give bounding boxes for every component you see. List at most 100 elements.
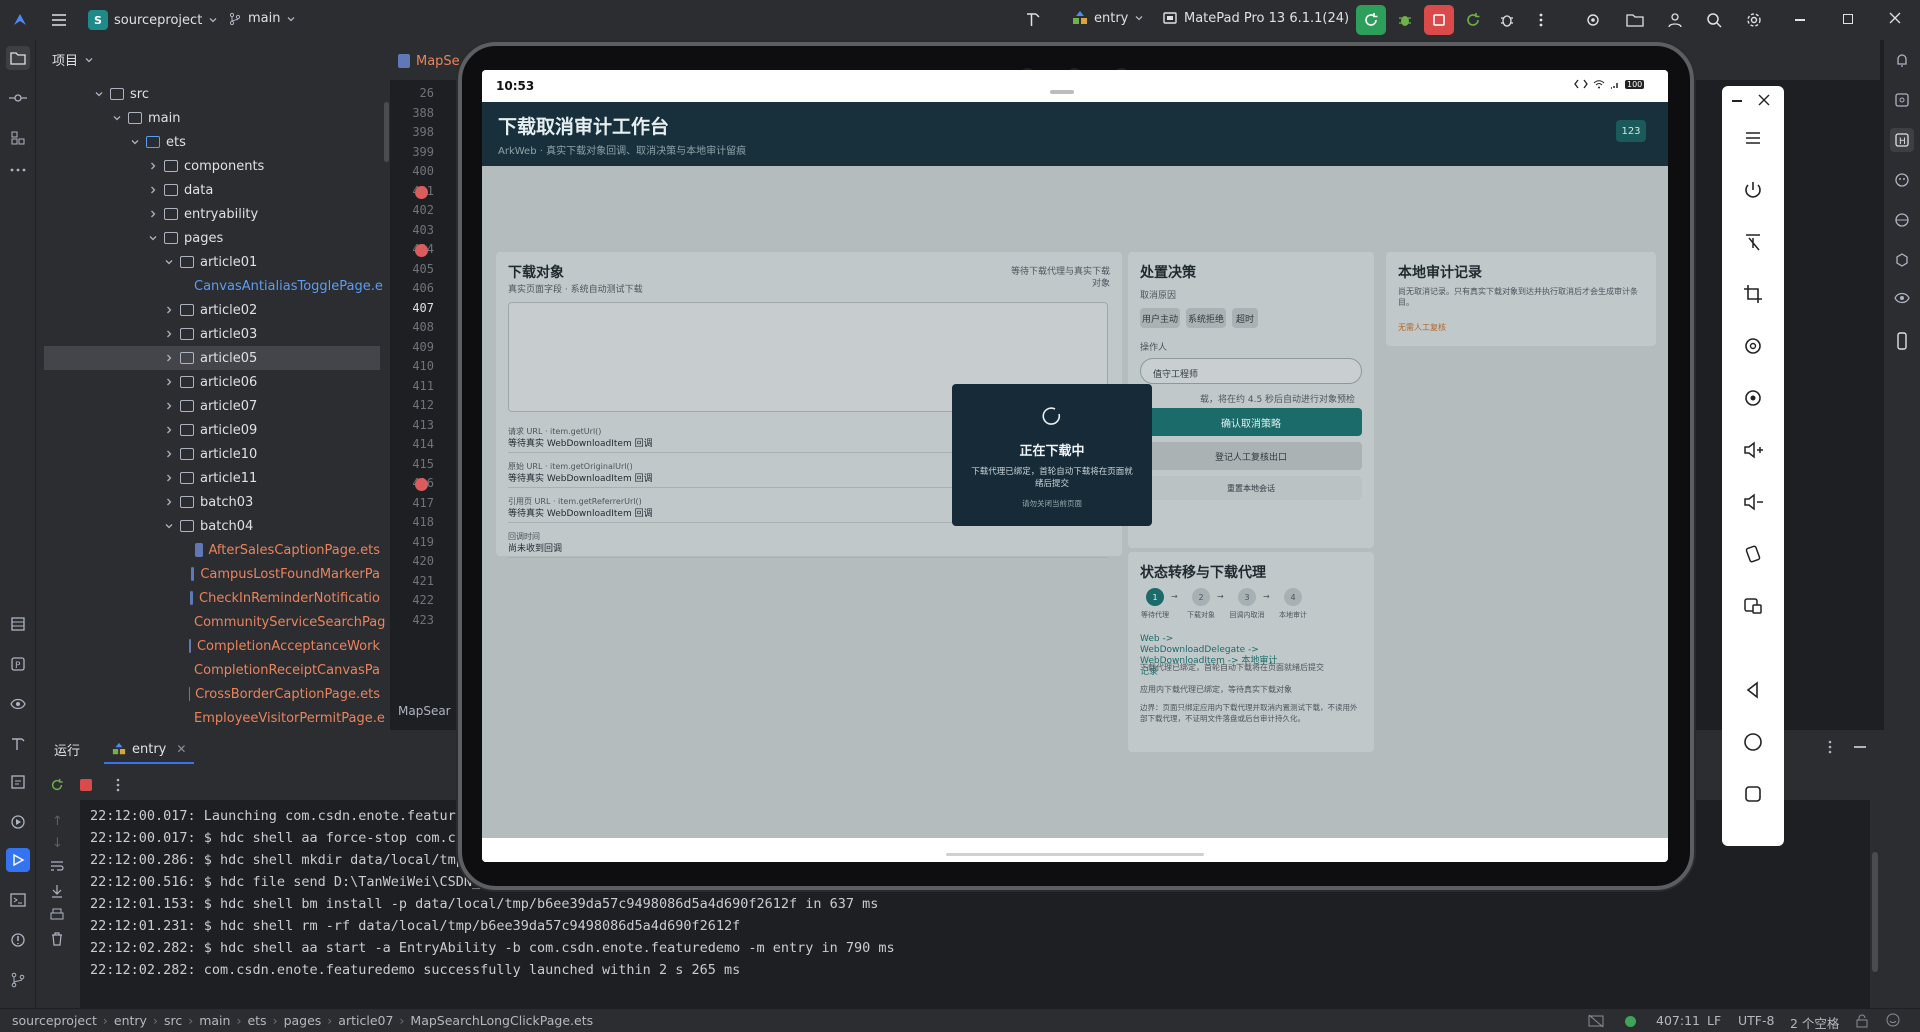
tree-folder-item[interactable]: article06 <box>44 370 380 394</box>
lock-icon[interactable] <box>1856 1014 1868 1028</box>
back-nav-icon[interactable] <box>1741 678 1765 702</box>
breakpoint-dot[interactable] <box>415 185 428 199</box>
rerun-icon[interactable] <box>1356 5 1386 35</box>
tree-folder-item[interactable]: article10 <box>44 442 380 466</box>
settings-gear-icon[interactable] <box>1739 5 1769 35</box>
log-icon[interactable] <box>6 770 30 794</box>
code-assist-icon[interactable] <box>1894 92 1910 108</box>
volume-down-icon[interactable] <box>1741 490 1765 514</box>
chevron-down-icon[interactable] <box>130 137 140 147</box>
close-icon[interactable] <box>1758 94 1770 106</box>
breadcrumb-item[interactable]: sourceproject <box>12 1013 97 1028</box>
chevron-down-icon[interactable] <box>94 89 104 99</box>
maximize-icon[interactable] <box>1843 14 1853 24</box>
device-selector[interactable]: MatePad Pro 13 6.1.1(24) <box>1162 10 1365 26</box>
tree-folder-item[interactable]: components <box>44 154 380 178</box>
editor-tab[interactable]: MapSe <box>398 48 460 74</box>
tree-file-item[interactable]: EmployeeVisitorPermitPage.e <box>44 706 385 730</box>
recents-nav-icon[interactable] <box>1741 782 1765 806</box>
volume-up-icon[interactable] <box>1741 438 1765 462</box>
header-badge[interactable]: 123 <box>1616 120 1646 142</box>
reason-system-chip[interactable]: 系统拒绝 <box>1186 308 1226 328</box>
chevron-down-icon[interactable] <box>164 257 174 267</box>
tree-file-item[interactable]: CampusLostFoundMarkerPa <box>44 562 380 586</box>
notifications-bell-icon[interactable] <box>1894 52 1910 68</box>
breadcrumb-item[interactable]: article07 <box>338 1013 393 1028</box>
tree-folder-item[interactable]: batch04 <box>44 514 380 538</box>
arrow-down-icon[interactable]: ↓ <box>52 836 63 851</box>
tree-folder-item[interactable]: pages <box>44 226 380 250</box>
tree-folder-item[interactable]: article07 <box>44 394 380 418</box>
rotate-device-icon[interactable] <box>1741 542 1765 566</box>
scroll-end-icon[interactable] <box>50 884 64 898</box>
no-touch-icon[interactable] <box>1741 230 1765 254</box>
screenshot-icon[interactable] <box>1741 594 1765 618</box>
breadcrumb-item[interactable]: entry <box>114 1013 147 1028</box>
tree-folder-item[interactable]: src <box>44 82 380 106</box>
chevron-right-icon[interactable] <box>164 425 174 435</box>
breakpoint-dot[interactable] <box>415 478 428 491</box>
tree-folder-item[interactable]: article09 <box>44 418 380 442</box>
services-icon[interactable] <box>6 810 30 834</box>
tree-folder-item[interactable]: article02 <box>44 298 380 322</box>
chevron-right-icon[interactable] <box>164 449 174 459</box>
file-encoding[interactable]: UTF-8 <box>1738 1013 1774 1028</box>
project-panel-header[interactable]: 项目 <box>52 50 94 69</box>
reason-user-chip[interactable]: 用户主动 <box>1140 308 1180 328</box>
tree-file-item[interactable]: CanvasAntialiasTogglePage.e <box>44 274 383 298</box>
breadcrumb-item[interactable]: pages <box>284 1013 322 1028</box>
tree-file-item[interactable]: CompletionReceiptCanvasPa <box>44 658 380 682</box>
reason-timeout-chip[interactable]: 超时 <box>1232 308 1258 328</box>
structure-icon[interactable] <box>6 126 30 150</box>
preview-eye-icon[interactable] <box>6 692 30 716</box>
operator-input[interactable]: 值守工程师 <box>1140 358 1362 384</box>
more-vertical-icon[interactable] <box>1526 5 1556 35</box>
close-tab-icon[interactable]: ✕ <box>176 742 186 756</box>
ai-assistant-icon[interactable] <box>1894 172 1910 188</box>
home-indicator[interactable] <box>946 853 1204 856</box>
plugin-icon[interactable] <box>1894 252 1910 268</box>
stop-small-icon[interactable] <box>80 779 92 791</box>
tree-folder-item[interactable]: article03 <box>44 322 380 346</box>
breadcrumb-item[interactable]: ets <box>247 1013 266 1028</box>
search-icon[interactable] <box>1699 5 1729 35</box>
tree-file-item[interactable]: CompletionAcceptanceWork <box>44 634 380 658</box>
terminal-icon[interactable] <box>6 888 30 912</box>
console-scrollbar[interactable] <box>1872 852 1878 972</box>
no-sync-icon[interactable] <box>1588 1014 1604 1028</box>
more-vertical-icon[interactable] <box>1828 740 1832 754</box>
build-hammer-icon[interactable] <box>1018 5 1048 35</box>
chevron-right-icon[interactable] <box>164 329 174 339</box>
debug-bug-icon[interactable] <box>1390 5 1420 35</box>
hide-panel-icon[interactable] <box>1854 746 1866 748</box>
run-tool-icon[interactable] <box>6 848 30 872</box>
chevron-right-icon[interactable] <box>164 377 174 387</box>
tree-file-item[interactable]: CheckInReminderNotificatio <box>44 586 380 610</box>
tree-file-item[interactable]: CommunityServiceSearchPag <box>44 610 385 634</box>
tree-folder-item[interactable]: main <box>44 106 380 130</box>
build-icon[interactable] <box>6 732 30 756</box>
tab-run[interactable]: 运行 <box>54 740 80 759</box>
manual-review-button[interactable]: 登记人工复核出口 <box>1140 442 1362 470</box>
reset-session-button[interactable]: 重置本地会话 <box>1140 476 1362 500</box>
print-icon[interactable] <box>50 908 64 922</box>
chevron-right-icon[interactable] <box>148 185 158 195</box>
tab-entry[interactable]: entry ✕ <box>104 736 195 764</box>
project-folder-icon[interactable] <box>6 46 30 70</box>
line-separator[interactable]: LF <box>1707 1013 1721 1028</box>
breakpoint-dot[interactable] <box>415 244 428 257</box>
breadcrumb-item[interactable]: src <box>164 1013 182 1028</box>
tree-folder-item[interactable]: article11 <box>44 466 380 490</box>
minimize-icon[interactable] <box>1732 100 1742 102</box>
profiler-p-icon[interactable]: P <box>6 652 30 676</box>
tree-file-item[interactable]: AfterSalesCaptionPage.ets <box>44 538 380 562</box>
rotate-icon[interactable] <box>1741 334 1765 358</box>
chevron-right-icon[interactable] <box>164 353 174 363</box>
git-icon[interactable] <box>6 968 30 992</box>
run-config-selector[interactable]: entry <box>1072 10 1144 26</box>
chevron-down-icon[interactable] <box>148 233 158 243</box>
device-phone-icon[interactable] <box>1894 332 1910 350</box>
more-vertical-icon[interactable] <box>116 778 120 792</box>
location-icon[interactable] <box>1741 386 1765 410</box>
tree-scrollbar[interactable] <box>384 102 389 162</box>
